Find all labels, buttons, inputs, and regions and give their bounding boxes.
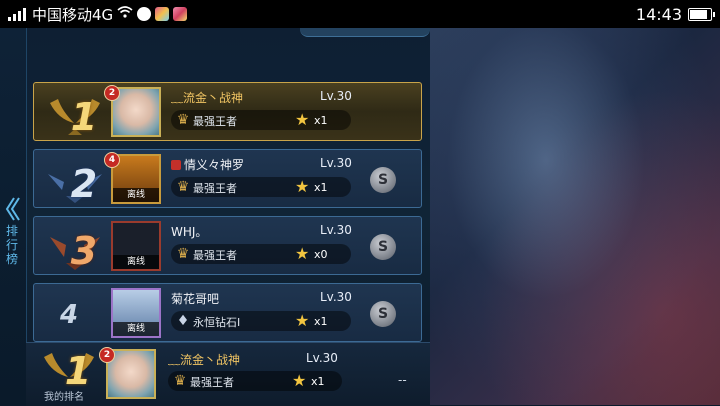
rank-number: 1 [70, 95, 98, 139]
leaderboard-row[interactable]: 1 2 ﹏流金丶战神 Lv.30 ♛ 最强王者 ★ x1 [33, 82, 422, 141]
tier-name: 永恒钻石I [193, 316, 241, 329]
signal-icon [8, 7, 26, 21]
avatar[interactable]: 离线 [111, 288, 161, 338]
leaderboard-row[interactable]: 2 离线 4 情义々神罗 Lv.30 ♛ 最强王者 ★ x1 S [33, 149, 422, 208]
star-count: x0 [314, 248, 328, 261]
clock: 14:43 [635, 5, 682, 24]
rank-silver-badge-icon: 2 [44, 156, 106, 206]
leaderboard-row[interactable]: 3 离线 WHJ。 Lv.30 ♛ 最强王者 ★ x0 S [33, 216, 422, 275]
my-rank-label: 我的排名 [44, 392, 84, 403]
king-tier-icon: ♛ [173, 373, 187, 389]
side-tab-label: 排行榜 [6, 224, 19, 266]
level-badge: 4 [104, 152, 120, 168]
star-icon: ★ [292, 371, 307, 390]
player-level: Lv.30 [320, 156, 352, 170]
rank-number: 2 [70, 162, 98, 206]
player-name: 情义々神罗 [184, 158, 245, 172]
star-count: x1 [314, 181, 328, 194]
title-icon [171, 160, 181, 170]
chevron-left-icon[interactable] [4, 196, 22, 222]
tier-name: 最强王者 [193, 182, 237, 195]
avatar[interactable]: 离线 [111, 221, 161, 271]
offline-label: 离线 [113, 322, 159, 336]
rank-number: 1 [64, 349, 92, 393]
tier-pill: ♛ 最强王者 ★ x1 [168, 371, 342, 391]
level-badge: 2 [104, 85, 120, 101]
challenge-button[interactable]: S [370, 234, 396, 260]
player-name: WHJ。 [171, 225, 208, 239]
battery-icon [688, 8, 715, 21]
player-name: ﹏流金丶战神 [171, 91, 244, 105]
status-bar: 中国移动4G 14:43 [0, 0, 720, 28]
player-level: Lv.30 [320, 89, 352, 103]
level-badge: 2 [99, 347, 115, 363]
star-icon: ★ [295, 177, 310, 196]
star-icon: ★ [295, 244, 310, 263]
tier-name: 最强王者 [193, 249, 237, 262]
star-icon: ★ [295, 311, 310, 330]
challenge-button[interactable]: S [370, 301, 396, 327]
rank-gold-badge-icon: 1 [44, 89, 106, 139]
star-count: x1 [314, 315, 328, 328]
king-tier-icon: ♛ [176, 179, 190, 195]
king-tier-icon: ♛ [176, 246, 190, 262]
star-icon: ★ [295, 110, 310, 129]
rank-number: 3 [70, 229, 98, 273]
app-notification-icon [155, 7, 170, 21]
tier-pill: ♦ 永恒钻石I ★ x1 [171, 311, 351, 331]
my-rank-value: -- [398, 373, 407, 387]
challenge-button[interactable]: S [370, 167, 396, 193]
star-count: x1 [311, 375, 325, 388]
player-name-wrap: 情义々神罗 [171, 156, 244, 173]
star-count: x1 [314, 114, 328, 127]
leaderboard-row[interactable]: 4 离线 菊花哥吧 Lv.30 ♦ 永恒钻石I ★ x1 S [33, 283, 422, 342]
game-background [430, 28, 720, 405]
player-name: 菊花哥吧 [171, 292, 220, 306]
tier-pill: ♛ 最强王者 ★ x0 [171, 244, 351, 264]
tier-pill: ♛ 最强王者 ★ x1 [171, 177, 351, 197]
offline-label: 离线 [113, 255, 159, 269]
rank-gold-badge-icon: 1 [38, 343, 100, 393]
panel-tab-strip [300, 28, 430, 37]
rank-number: 4 [60, 300, 79, 330]
offline-label: 离线 [113, 188, 159, 202]
wifi-icon [117, 6, 133, 22]
rank-bronze-badge-icon: 3 [44, 223, 106, 273]
king-tier-icon: ♛ [176, 112, 190, 128]
my-rank-bar: 1 我的排名 2 ﹏流金丶战神 Lv.30 ♛ 最强王者 ★ x1 -- [26, 342, 430, 406]
player-name: ﹏流金丶战神 [168, 353, 241, 367]
message-icon [137, 7, 152, 21]
leaderboard-side-tab[interactable]: 排行榜 [0, 28, 27, 405]
player-level: Lv.30 [306, 351, 338, 365]
player-level: Lv.30 [320, 223, 352, 237]
tier-pill: ♛ 最强王者 ★ x1 [171, 110, 351, 130]
diamond-tier-icon: ♦ [176, 313, 190, 329]
tier-name: 最强王者 [190, 376, 234, 389]
app-notification-icon [173, 7, 188, 21]
player-level: Lv.30 [320, 290, 352, 304]
tier-name: 最强王者 [193, 115, 237, 128]
carrier-label: 中国移动4G [32, 5, 114, 24]
